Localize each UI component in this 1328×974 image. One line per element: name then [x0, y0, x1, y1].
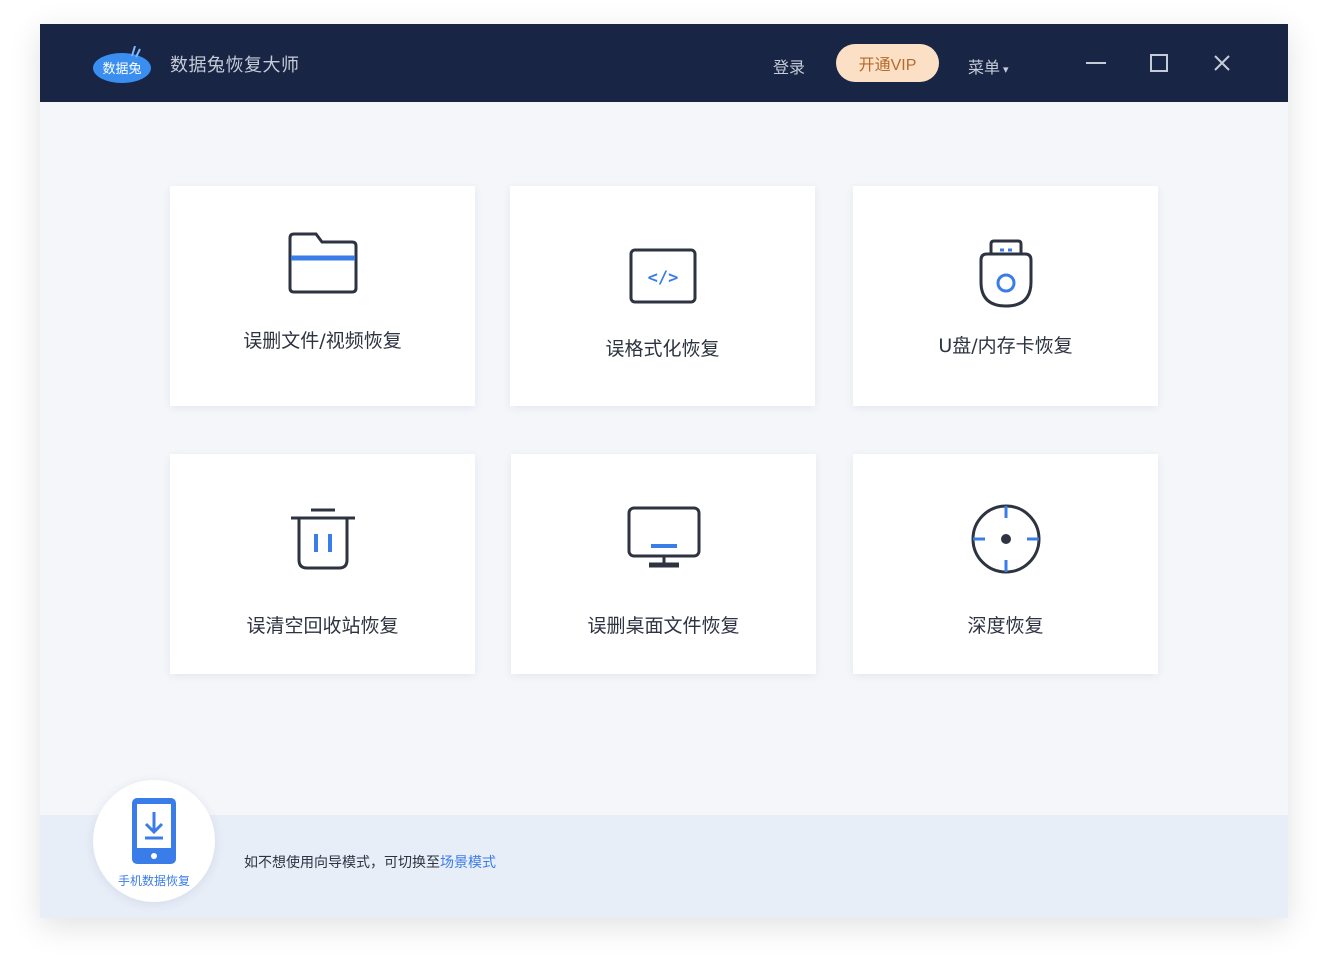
card-usb-recovery[interactable]: U盘/内存卡恢复	[853, 186, 1158, 406]
card-format-recovery[interactable]: </> 误格式化恢复	[510, 186, 815, 406]
menu-label: 菜单	[968, 58, 1001, 77]
bottom-bar	[40, 815, 1288, 918]
app-title: 数据兔恢复大师	[170, 55, 300, 76]
mode-hint-text: 如不想使用向导模式，可切换至	[244, 855, 440, 871]
logo-text: 数据兔	[102, 62, 141, 77]
maximize-icon	[1150, 54, 1168, 72]
phone-download-icon	[132, 798, 176, 864]
card-deleted-files[interactable]: 误删文件/视频恢复	[170, 186, 475, 406]
card-label: 误删桌面文件恢复	[587, 615, 740, 637]
login-link[interactable]: 登录	[773, 54, 805, 78]
app-logo: 数据兔	[92, 45, 152, 84]
app-window: 数据兔 数据兔恢复大师 登录 开通VIP 菜单▾ 误删文件/视频恢复 </>	[40, 24, 1288, 918]
mode-hint: 如不想使用向导模式，可切换至场景模式	[244, 852, 496, 872]
maximize-button[interactable]	[1144, 48, 1174, 78]
card-deep-recovery[interactable]: 深度恢复	[853, 454, 1158, 674]
close-icon	[1214, 55, 1230, 71]
usb-drive-icon	[979, 239, 1032, 308]
trash-icon	[290, 508, 355, 570]
mobile-recovery-label: 手机数据恢复	[117, 874, 190, 888]
mobile-recovery-button[interactable]: 手机数据恢复	[93, 780, 215, 902]
card-label: 误清空回收站恢复	[246, 615, 399, 637]
card-label: 误删文件/视频恢复	[243, 330, 402, 352]
card-label: 深度恢复	[967, 615, 1044, 637]
scene-mode-link[interactable]: 场景模式	[440, 855, 496, 871]
svg-text:</>: </>	[647, 268, 678, 288]
code-window-icon: </>	[629, 248, 696, 304]
caret-down-icon: ▾	[1003, 63, 1009, 76]
vip-button[interactable]: 开通VIP	[836, 44, 939, 82]
card-label: U盘/内存卡恢复	[938, 335, 1073, 357]
card-label: 误格式化恢复	[605, 338, 720, 360]
title-bar: 数据兔 数据兔恢复大师 登录 开通VIP 菜单 ▾	[40, 24, 1288, 102]
card-recycle-bin[interactable]: 误清空回收站恢复	[170, 454, 475, 674]
card-desktop-recovery[interactable]: 误删桌面文件恢复	[511, 454, 816, 674]
monitor-icon	[627, 506, 700, 568]
folder-icon	[288, 232, 357, 294]
minimize-icon	[1086, 62, 1106, 64]
menu-button[interactable]: 菜单 ▾	[968, 54, 1009, 78]
close-button[interactable]	[1207, 48, 1237, 78]
minimize-button[interactable]	[1081, 48, 1111, 78]
target-icon	[971, 504, 1040, 574]
